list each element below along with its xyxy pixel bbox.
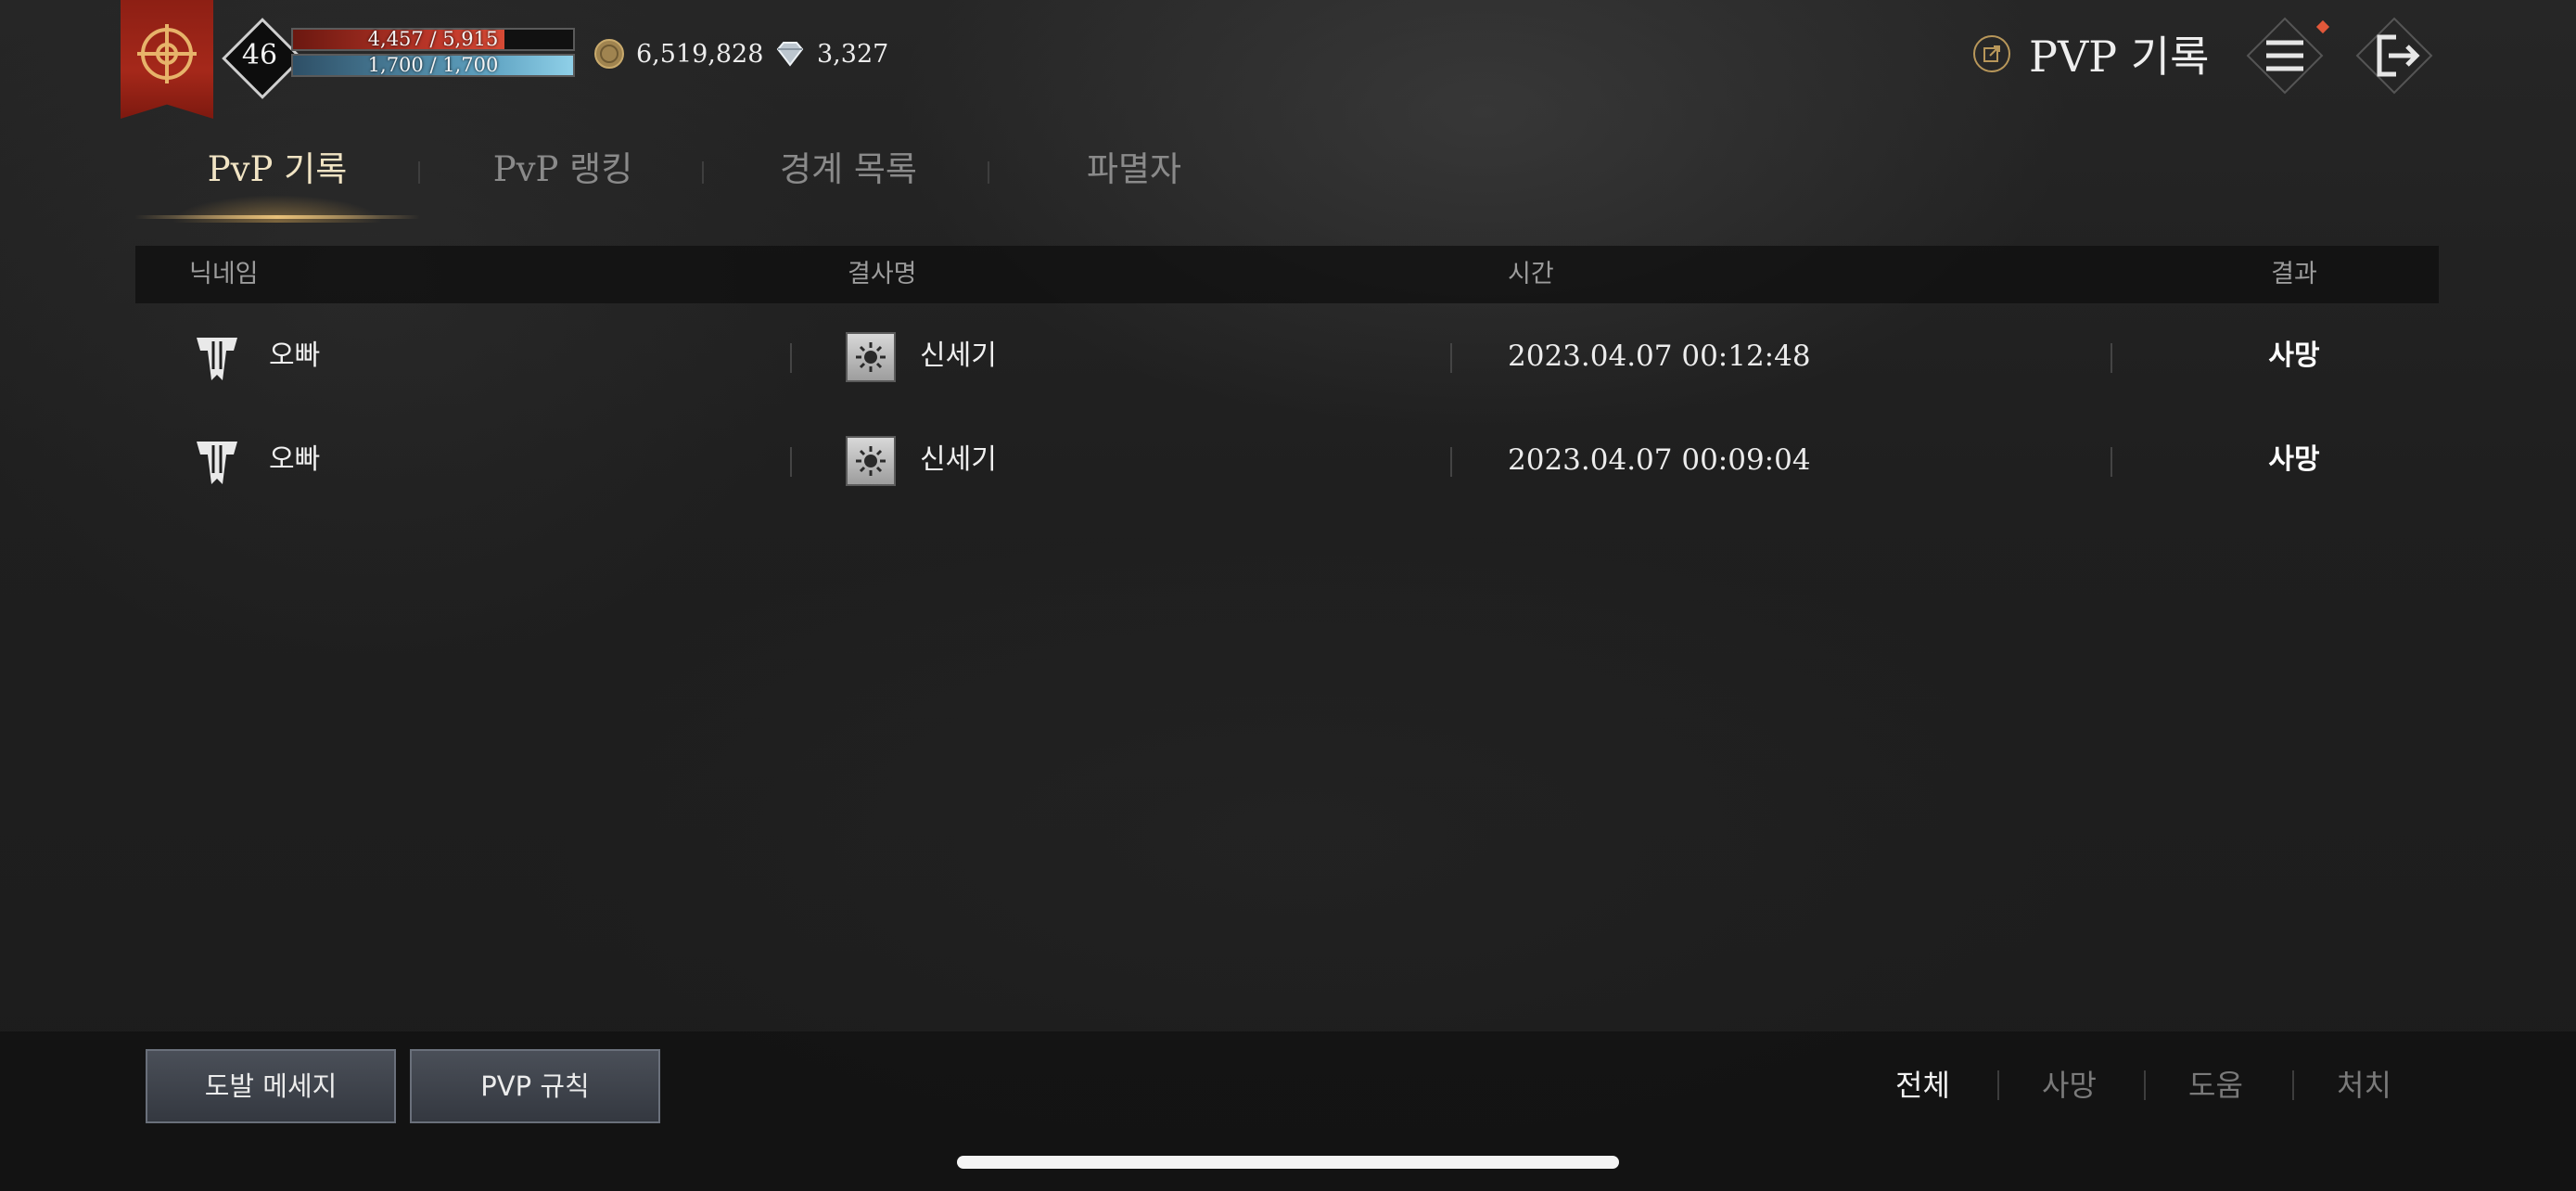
home-indicator[interactable] bbox=[957, 1156, 1619, 1169]
filter-assist[interactable]: 도움 bbox=[2188, 1057, 2243, 1113]
column-divider bbox=[790, 343, 792, 373]
record-time: 2023.04.07 00:12:48 bbox=[1508, 339, 1811, 373]
pvp-record-screen: 46 4,457 / 5,915 1,700 / 1,700 6,519,828… bbox=[0, 0, 2576, 1191]
player-emblem-icon bbox=[197, 442, 237, 484]
tab-divider bbox=[702, 161, 704, 184]
status-bars: 4,457 / 5,915 1,700 / 1,700 bbox=[291, 28, 575, 80]
record-result: 사망 bbox=[2268, 443, 2320, 476]
pvp-rules-button[interactable]: PVP 규칙 bbox=[410, 1049, 660, 1123]
hp-bar: 4,457 / 5,915 bbox=[291, 28, 575, 51]
column-divider bbox=[2111, 343, 2112, 373]
guild-name: 신세기 bbox=[920, 339, 997, 372]
external-link-icon[interactable] bbox=[1973, 35, 2010, 72]
tab-watch-list[interactable]: 경계 목록 bbox=[706, 139, 991, 223]
column-header-guild: 결사명 bbox=[848, 260, 917, 288]
tab-divider bbox=[988, 161, 989, 184]
column-header-time: 시간 bbox=[1508, 260, 1554, 288]
table-row[interactable]: 오빠 신세기 2023.04.07 00:09:04 사망 bbox=[135, 414, 2439, 506]
filter-death[interactable]: 사망 bbox=[2042, 1057, 2097, 1113]
guild-name: 신세기 bbox=[920, 443, 997, 476]
player-nickname: 오빠 bbox=[269, 339, 321, 372]
level-number: 46 bbox=[241, 39, 278, 71]
tab-bar: PvP 기록 PvP 랭킹 경계 목록 파멸자 bbox=[134, 139, 1210, 223]
column-divider bbox=[2111, 447, 2112, 477]
filter-divider bbox=[2292, 1070, 2294, 1100]
guild-banner-icon[interactable] bbox=[121, 0, 213, 119]
guild-sun-icon bbox=[846, 332, 896, 382]
column-divider bbox=[1450, 447, 1452, 477]
player-nickname: 오빠 bbox=[269, 443, 321, 476]
hp-text: 4,457 / 5,915 bbox=[367, 28, 499, 50]
hamburger-menu-icon[interactable] bbox=[2246, 17, 2324, 95]
page-title-text: PVP 기록 bbox=[2029, 32, 2210, 82]
page-title: PVP 기록 bbox=[1973, 24, 2209, 83]
tab-destroyer[interactable]: 파멸자 bbox=[991, 139, 1277, 223]
column-header-nickname: 닉네임 bbox=[189, 260, 259, 288]
gem-amount: 3,327 bbox=[817, 39, 889, 69]
filter-divider bbox=[2144, 1070, 2146, 1100]
column-header-result: 결과 bbox=[2271, 260, 2317, 288]
gold-coin-icon bbox=[594, 39, 624, 69]
tab-active-underline bbox=[134, 215, 420, 219]
player-emblem-icon bbox=[197, 338, 237, 380]
filter-all[interactable]: 전체 bbox=[1895, 1057, 1950, 1113]
filter-divider bbox=[1997, 1070, 1999, 1100]
level-badge: 46 bbox=[221, 17, 303, 99]
record-time: 2023.04.07 00:09:04 bbox=[1508, 443, 1811, 477]
exit-icon[interactable] bbox=[2355, 17, 2433, 95]
mp-bar: 1,700 / 1,700 bbox=[291, 54, 575, 77]
gold-amount: 6,519,828 bbox=[636, 39, 764, 69]
gem-display: 3,327 bbox=[774, 35, 888, 72]
gold-display: 6,519,828 bbox=[593, 35, 763, 72]
column-divider bbox=[790, 447, 792, 477]
tab-pvp-record[interactable]: PvP 기록 bbox=[134, 139, 420, 223]
guild-sun-icon bbox=[846, 436, 896, 486]
tab-pvp-ranking[interactable]: PvP 랭킹 bbox=[420, 139, 706, 223]
filter-kill[interactable]: 처치 bbox=[2337, 1057, 2391, 1113]
diamond-icon bbox=[776, 42, 804, 67]
table-row[interactable]: 오빠 신세기 2023.04.07 00:12:48 사망 bbox=[135, 310, 2439, 403]
column-divider bbox=[1450, 343, 1452, 373]
record-result: 사망 bbox=[2268, 339, 2320, 372]
taunt-message-button[interactable]: 도발 메세지 bbox=[146, 1049, 396, 1123]
table-header: 닉네임 결사명 시간 결과 bbox=[135, 246, 2439, 303]
mp-text: 1,700 / 1,700 bbox=[367, 54, 499, 76]
